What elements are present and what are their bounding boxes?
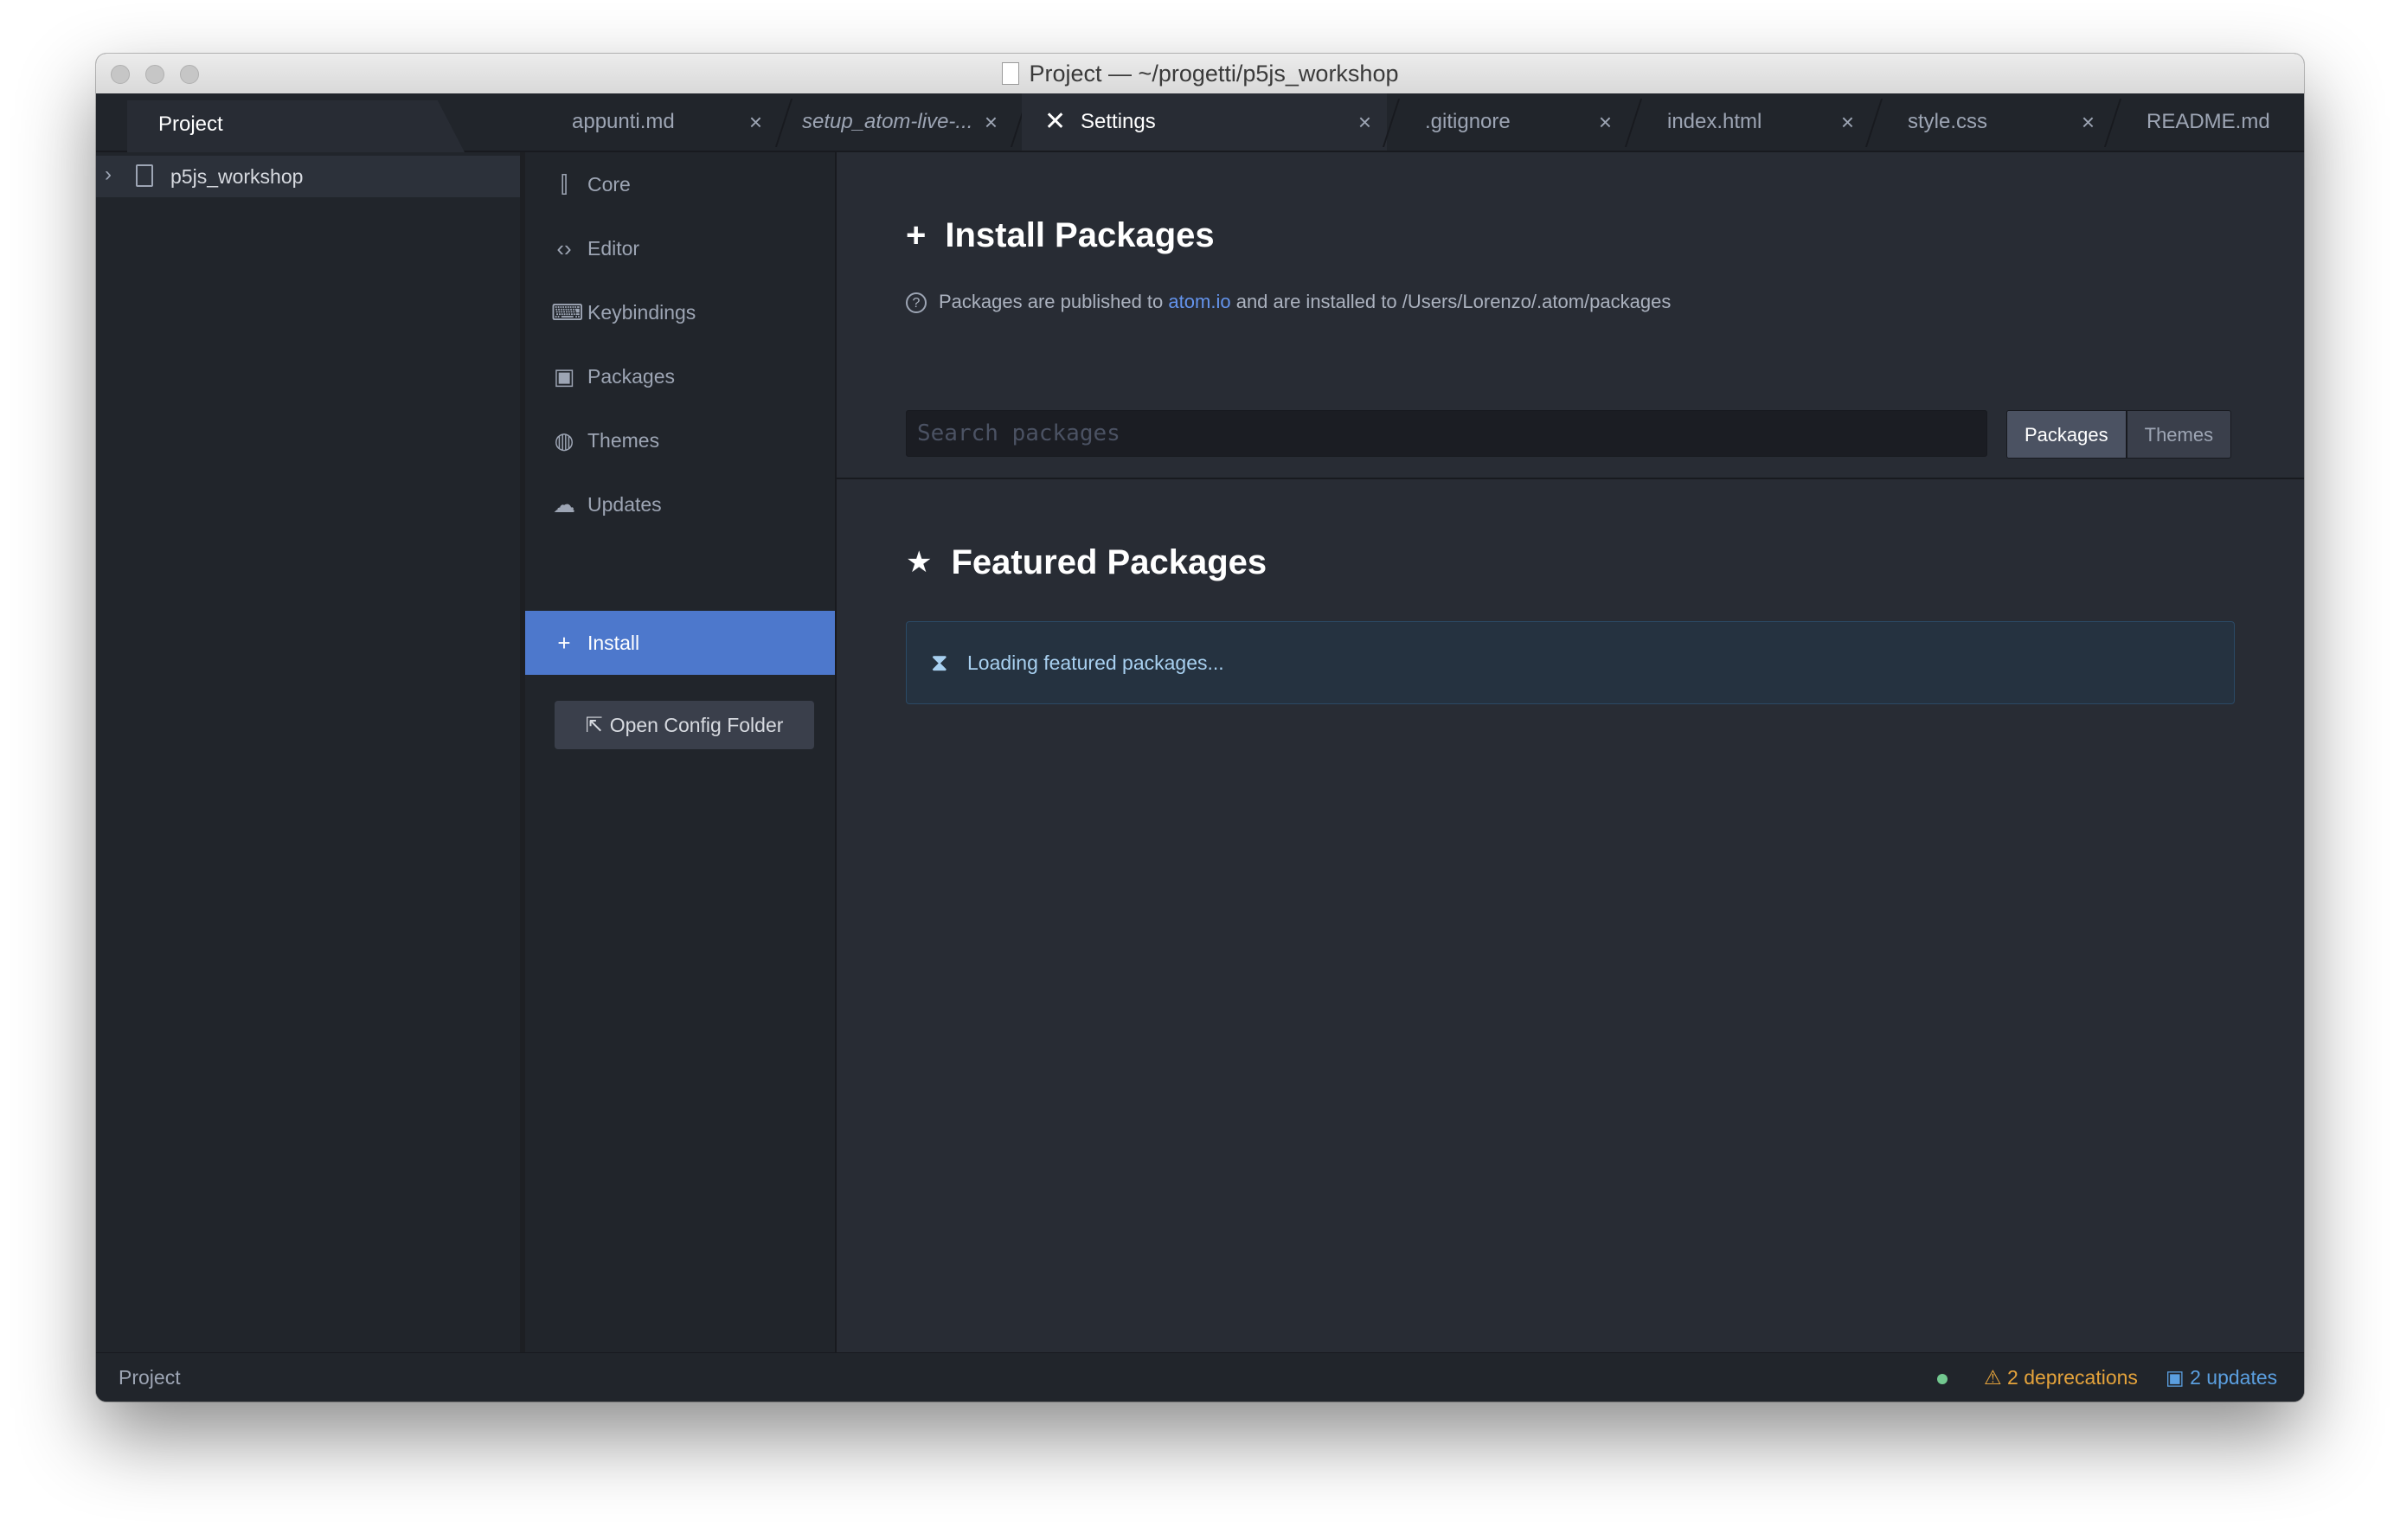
section-divider <box>837 478 2304 479</box>
settings-nav-packages[interactable]: ▣ Packages <box>525 344 835 408</box>
themes-toggle-button[interactable]: Themes <box>2126 410 2232 459</box>
plus-icon: + <box>906 216 927 254</box>
settings-install-panel: + Install Packages ? Packages are publishe… <box>837 152 2304 1353</box>
settings-nav-keybindings[interactable]: ⌨ Keybindings <box>525 280 835 344</box>
status-bar: Project ⚠ 2 deprecations ▣ 2 updates <box>96 1352 2304 1402</box>
tab-label: .gitignore <box>1425 110 1511 133</box>
updates-label: 2 updates <box>2190 1366 2278 1389</box>
nav-label: Core <box>587 173 631 196</box>
packages-toggle-button[interactable]: Packages <box>2006 410 2127 459</box>
plus-icon: + <box>557 630 571 656</box>
tab-close-icon[interactable]: × <box>1358 93 1371 151</box>
tab-appunti[interactable]: appunti.md × <box>544 93 778 151</box>
tab-bar: Project appunti.md × setup_atom-live-...… <box>96 93 2304 152</box>
link-external-icon: ⇱ <box>585 714 603 737</box>
tab-label: setup_atom-live-... <box>802 110 973 133</box>
info-prefix: Packages are published to <box>939 291 1164 312</box>
atom-io-link[interactable]: atom.io <box>1168 291 1230 312</box>
package-icon: ▣ <box>2166 1366 2191 1389</box>
tab-label: index.html <box>1667 110 1762 133</box>
settings-nav-editor[interactable]: ‹› Editor <box>525 216 835 280</box>
tab-close-icon[interactable]: × <box>1841 93 1854 151</box>
tab-label: Settings <box>1081 110 1156 133</box>
open-config-label: Open Config Folder <box>609 714 784 736</box>
tab-style-css[interactable]: style.css × <box>1877 93 2110 151</box>
repo-icon <box>136 164 153 187</box>
info-suffix: and are installed to /Users/Lorenzo/.ato… <box>1235 291 1672 312</box>
featured-title: Featured Packages <box>951 543 1267 581</box>
open-config-folder-button[interactable]: ⇱ Open Config Folder <box>555 701 814 749</box>
featured-loading-message: ⧗ Loading featured packages... <box>906 621 2235 704</box>
tab-gitignore[interactable]: .gitignore × <box>1394 93 1627 151</box>
tree-root-folder[interactable]: › p5js_workshop <box>96 156 520 197</box>
updates-status[interactable]: ▣ 2 updates <box>2166 1353 2277 1402</box>
nav-label: Themes <box>587 429 660 452</box>
tab-settings[interactable]: ✕ Settings × <box>1022 93 1387 151</box>
atom-window: Project — ~/progetti/p5js_workshop Proje… <box>96 54 2304 1402</box>
project-tree: › p5js_workshop <box>96 152 527 1353</box>
status-project-label[interactable]: Project <box>119 1353 181 1402</box>
tab-project-pane[interactable]: Project <box>127 100 465 152</box>
document-icon <box>1001 62 1019 85</box>
status-ok-dot-icon <box>1937 1374 1948 1384</box>
deprecations-label: 2 deprecations <box>2007 1366 2138 1389</box>
tab-label: style.css <box>1908 110 1988 133</box>
paintcan-icon: ◍ <box>554 427 574 453</box>
settings-nav-core[interactable]: ⫿ Core <box>525 152 835 216</box>
tab-label: README.md <box>2147 110 2270 133</box>
package-icon: ▣ <box>553 363 575 389</box>
tab-setup-atom-live[interactable]: setup_atom-live-... × <box>781 93 1013 151</box>
chevron-right-icon[interactable]: › <box>105 154 112 196</box>
nav-label: Editor <box>587 237 640 260</box>
cloud-download-icon: ☁ <box>553 491 575 517</box>
tab-close-icon[interactable]: × <box>749 93 762 151</box>
window-title: Project — ~/progetti/p5js_workshop <box>96 61 2304 87</box>
tab-close-icon[interactable]: × <box>1599 93 1612 151</box>
title-bar: Project — ~/progetti/p5js_workshop <box>96 54 2304 94</box>
tab-index-html[interactable]: index.html × <box>1636 93 1870 151</box>
window-title-text: Project — ~/progetti/p5js_workshop <box>1029 61 1399 87</box>
tab-close-icon[interactable]: × <box>985 93 998 151</box>
tree-root-label: p5js_workshop <box>170 165 304 188</box>
settings-nav-updates[interactable]: ☁ Updates <box>525 472 835 536</box>
keyboard-icon: ⌨ <box>551 299 584 325</box>
settings-nav-themes[interactable]: ◍ Themes <box>525 408 835 472</box>
sliders-icon: ⫿ <box>560 171 568 197</box>
featured-packages-heading: ★ Featured Packages <box>906 543 1267 582</box>
tab-readme[interactable]: README.md × <box>2115 93 2304 151</box>
loading-text: Loading featured packages... <box>967 651 1224 674</box>
question-icon: ? <box>906 292 927 313</box>
install-packages-heading: + Install Packages <box>906 216 1215 255</box>
search-packages-input[interactable] <box>906 410 1987 457</box>
settings-nav-install[interactable]: + Install <box>525 611 835 675</box>
install-title: Install Packages <box>945 216 1215 254</box>
install-info-text: ? Packages are published to atom.io and a… <box>906 291 1671 313</box>
nav-label: Updates <box>587 493 662 516</box>
warning-icon: ⚠ <box>1984 1366 2008 1389</box>
tab-label: appunti.md <box>572 110 675 133</box>
star-icon: ★ <box>906 546 933 579</box>
tab-close-icon[interactable]: × <box>2082 93 2095 151</box>
settings-sidebar: ⫿ Core ‹› Editor ⌨ Keybindings ▣ Packages ◍ T… <box>525 152 837 1353</box>
deprecations-status[interactable]: ⚠ 2 deprecations <box>1984 1353 2138 1402</box>
nav-label: Keybindings <box>587 301 696 324</box>
hourglass-icon: ⧗ <box>931 649 948 676</box>
tools-icon: ✕ <box>1044 107 1067 136</box>
nav-label: Install <box>587 632 640 654</box>
package-theme-toggle: Packages Themes <box>2006 410 2232 459</box>
nav-label: Packages <box>587 365 676 388</box>
code-icon: ‹› <box>556 235 572 261</box>
